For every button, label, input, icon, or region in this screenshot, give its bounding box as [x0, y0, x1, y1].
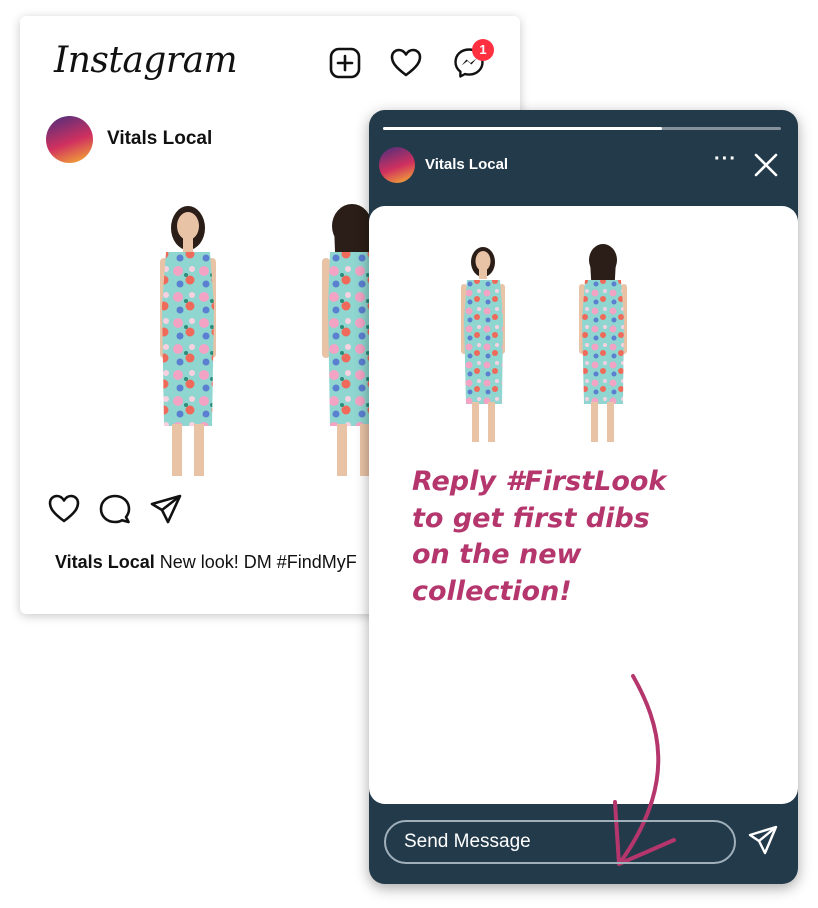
heart-icon[interactable] [389, 46, 423, 80]
instagram-logo: Instagram [54, 40, 238, 81]
send-message-input[interactable]: Send Message [384, 820, 736, 864]
story-text-line: collection! [412, 575, 572, 607]
share-icon[interactable] [149, 492, 183, 526]
notification-badge: 1 [472, 39, 494, 61]
post-caption: Vitals Local New look! DM #FindMyF [55, 552, 357, 573]
story-author-name[interactable]: Vitals Local [425, 156, 508, 173]
story-progress-fill [383, 127, 662, 130]
add-post-icon[interactable] [328, 46, 362, 80]
caption-text: New look! DM #FindMyF [159, 552, 357, 572]
story-dress-back-figure [579, 244, 627, 442]
story-avatar[interactable] [379, 147, 415, 183]
story-text-line: to get first dibs [412, 502, 650, 534]
comment-icon[interactable] [98, 492, 132, 526]
post-author-name[interactable]: Vitals Local [107, 128, 212, 150]
story-photo [461, 244, 627, 442]
caption-username[interactable]: Vitals Local [55, 552, 155, 572]
story-dress-front-figure [461, 247, 505, 442]
story-progress-bar [383, 127, 781, 130]
avatar[interactable] [46, 116, 93, 163]
story-content-card: Reply #FirstLook to get first dibs on th… [369, 206, 798, 866]
more-options-icon[interactable]: ··· [714, 148, 737, 171]
story-viewer: Vitals Local ··· Reply #FirstLook to get… [369, 110, 798, 884]
send-icon[interactable] [747, 824, 779, 856]
story-text-line: Reply #FirstLook [412, 466, 667, 497]
close-icon[interactable] [751, 150, 781, 180]
dress-front-figure [160, 206, 216, 476]
like-heart-icon[interactable] [47, 492, 81, 526]
story-caption-text: Reply #FirstLook to get first dibs on th… [412, 464, 772, 610]
story-text-line: on the new [412, 539, 582, 570]
